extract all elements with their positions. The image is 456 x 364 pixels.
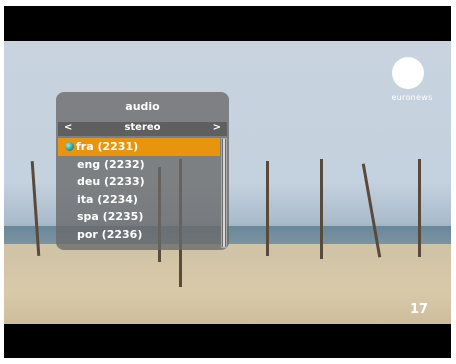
audio-track-item[interactable]: spa (2235) [58, 208, 220, 226]
audio-menu: audio < stereo > fra (2231) eng (2232) d… [56, 92, 229, 250]
audio-track-item[interactable]: ita (2234) [58, 191, 220, 209]
audio-track-item[interactable]: por (2236) [58, 226, 220, 244]
audio-list-scrollbar[interactable] [221, 138, 227, 248]
audio-track-item[interactable]: fra (2231) [58, 138, 220, 156]
audio-track-label: ita (2234) [77, 192, 138, 206]
audio-mode-value: stereo [124, 122, 161, 133]
beach-post [266, 161, 269, 256]
euronews-logo-icon [392, 57, 424, 89]
beach-post [418, 159, 421, 257]
audio-track-label: eng (2232) [77, 157, 145, 171]
selected-globe-icon [65, 142, 74, 151]
chevron-right-icon[interactable]: > [213, 122, 221, 133]
audio-track-list: fra (2231) eng (2232) deu (2233) ita (22… [58, 138, 220, 244]
audio-track-item[interactable]: deu (2233) [58, 173, 220, 191]
scrollbar-thumb[interactable] [223, 139, 225, 247]
beach-sand [4, 244, 451, 324]
audio-track-item[interactable]: eng (2232) [58, 156, 220, 174]
audio-track-label: spa (2235) [77, 210, 144, 224]
audio-track-label: deu (2233) [77, 175, 145, 189]
beach-post [320, 159, 323, 259]
audio-track-label: por (2236) [77, 227, 143, 241]
audio-menu-title: audio [125, 100, 160, 113]
channel-logo-text: euronews [391, 93, 433, 102]
screen-frame: euronews 17 audio < stereo > fra (2231) … [0, 0, 456, 364]
audio-track-label: fra (2231) [76, 140, 139, 153]
audio-mode-selector[interactable]: < stereo > [58, 122, 227, 136]
tv-screen: euronews 17 audio < stereo > fra (2231) … [4, 6, 451, 358]
channel-number: 17 [410, 302, 429, 317]
